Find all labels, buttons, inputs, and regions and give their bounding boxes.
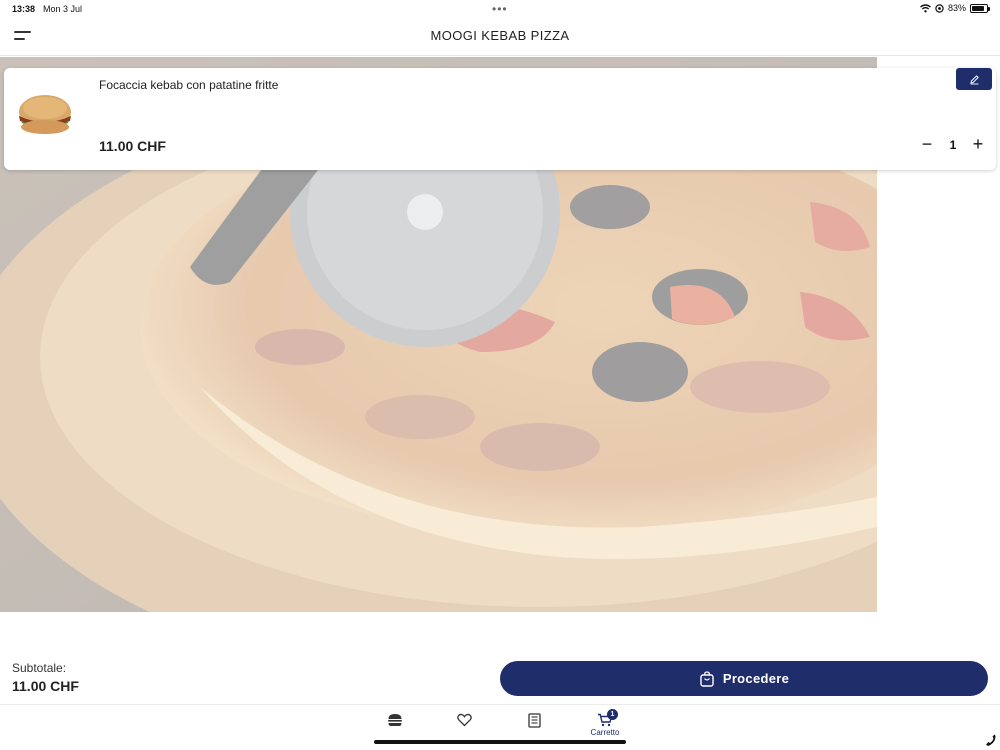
menu-book-icon	[527, 713, 541, 728]
wifi-icon	[920, 3, 931, 12]
burger-icon	[388, 714, 402, 726]
page-title: MOOGI KEBAB PIZZA	[430, 28, 570, 43]
status-right: 83%	[920, 3, 990, 13]
nav-item-home[interactable]	[375, 713, 415, 743]
home-indicator[interactable]	[374, 740, 626, 744]
subtotal-value: 11.00 CHF	[12, 678, 79, 694]
checkout-label: Procedere	[722, 671, 790, 686]
checkout-button[interactable]: Procedere	[500, 661, 988, 696]
nav-item-cart[interactable]: 1 Carretto	[585, 709, 625, 743]
nav-item-favorites[interactable]	[444, 713, 484, 743]
cart-item-card: Focaccia kebab con patatine fritte 11.00…	[4, 68, 996, 170]
status-time: 13:38	[12, 4, 36, 14]
subtotal-label: Subtotale:	[12, 661, 67, 675]
heart-icon	[456, 713, 472, 727]
cart-count-badge: 1	[607, 709, 618, 720]
battery-icon	[970, 3, 990, 13]
decrease-quantity-button[interactable]: −	[918, 134, 936, 154]
nav-item-menu[interactable]	[514, 713, 554, 743]
edit-item-button[interactable]	[956, 68, 992, 90]
status-date: Mon 3 Jul	[43, 4, 83, 14]
pencil-icon	[969, 74, 979, 84]
app-header: MOOGI KEBAB PIZZA	[0, 18, 1000, 56]
nav-item-cart-label: Carretto	[590, 728, 620, 737]
item-name: Focaccia kebab con patatine fritte	[99, 78, 279, 92]
item-thumbnail	[14, 92, 76, 138]
location-lock-icon	[935, 3, 944, 13]
increase-quantity-button[interactable]: +	[969, 134, 987, 154]
phone-icon[interactable]	[983, 733, 997, 747]
item-price: 11.00 CHF	[99, 138, 166, 154]
shopping-bag-icon	[700, 670, 714, 687]
quantity-value: 1	[949, 138, 957, 152]
status-bar: 13:38 Mon 3 Jul ••• 83%	[0, 0, 1000, 18]
multitasking-dots-icon[interactable]: •••	[492, 2, 508, 16]
battery-percent: 83%	[947, 3, 966, 13]
app-screen: 13:38 Mon 3 Jul ••• 83% MOOGI KEBAB PIZZ…	[0, 0, 1000, 750]
